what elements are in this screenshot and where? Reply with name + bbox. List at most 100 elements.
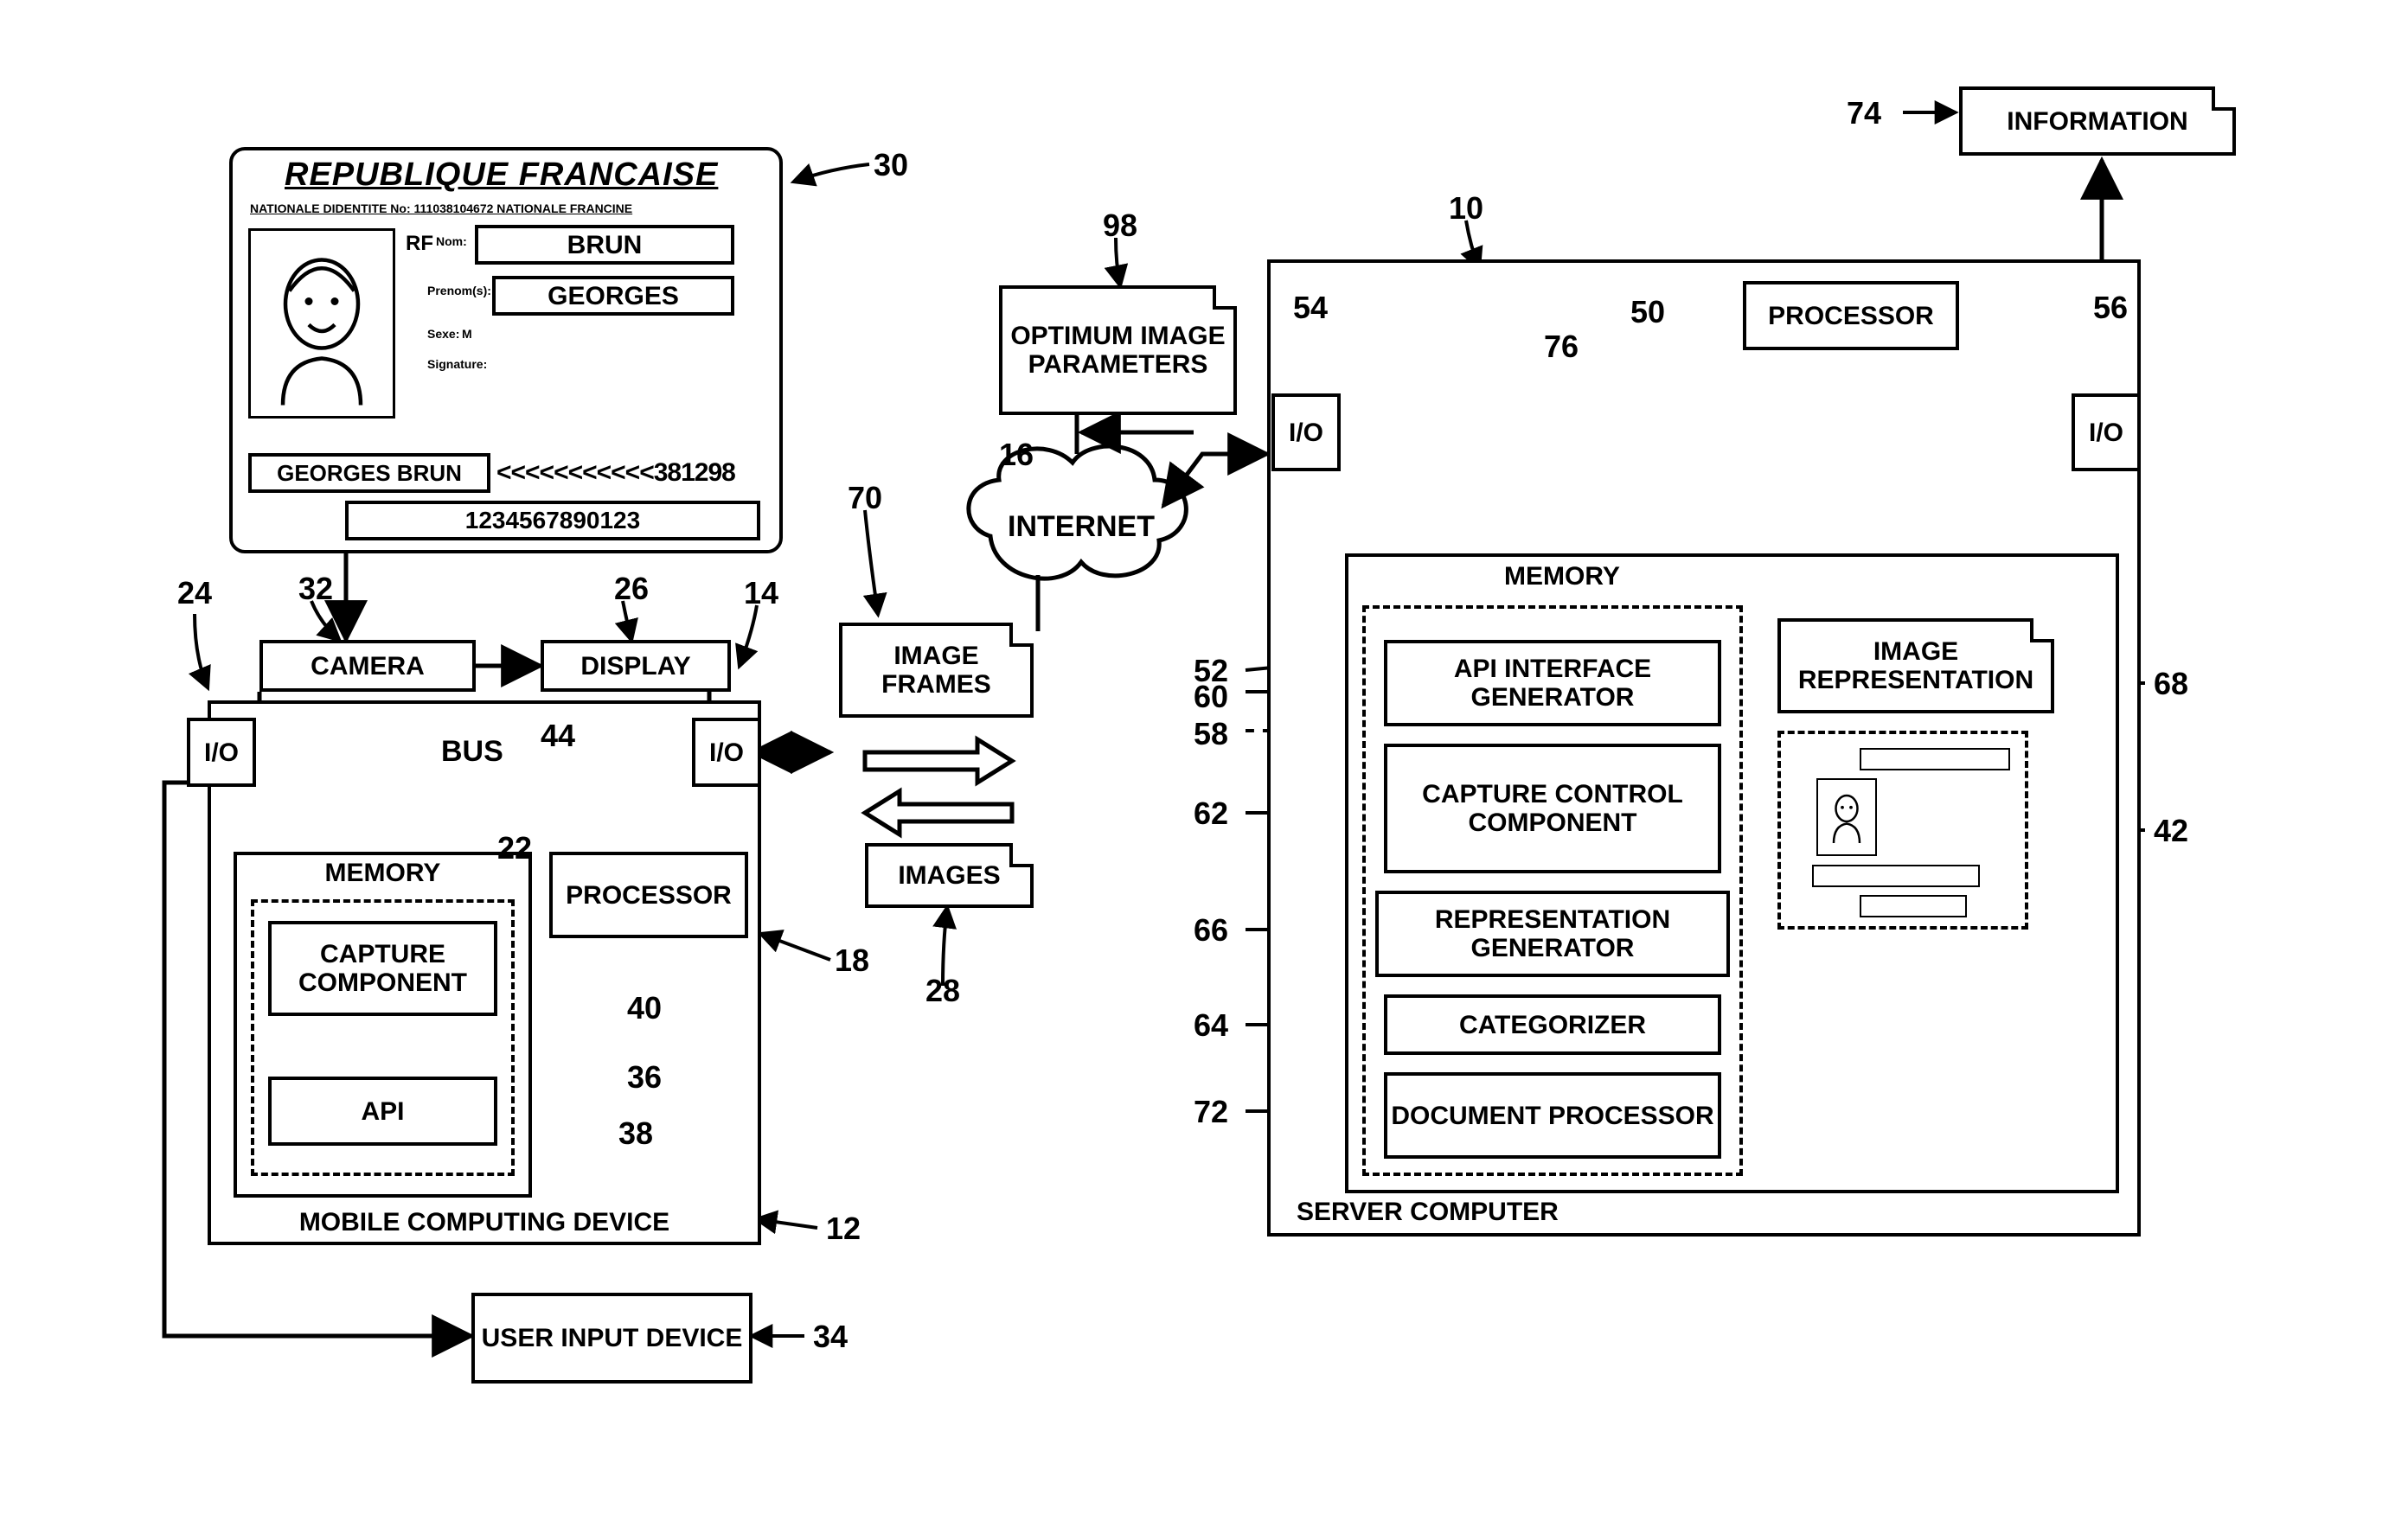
id-card: REPUBLIQUE FRANCAISE NATIONALE DIDENTITE… [229,147,783,553]
api-box: API [268,1077,497,1146]
ref-58: 58 [1194,716,1228,752]
user-input-label: USER INPUT DEVICE [482,1324,743,1352]
processor-mobile: PROCESSOR [549,852,748,938]
processor-server-label: PROCESSOR [1768,302,1934,330]
optimum-params: OPTIMUM IMAGE PARAMETERS [999,285,1237,415]
display-box: DISPLAY [541,640,731,692]
processor-mobile-label: PROCESSOR [566,881,732,910]
card-mrz1b: <<<<<<<<<<<381298 [496,458,735,487]
ref-30: 30 [874,147,908,183]
information-label: INFORMATION [2007,107,2187,136]
camera-box: CAMERA [259,640,476,692]
api-interface-generator: API INTERFACE GENERATOR [1384,640,1721,726]
ref-42: 42 [2154,813,2188,849]
doc-proc-label: DOCUMENT PROCESSOR [1391,1102,1713,1130]
ref-62: 62 [1194,796,1228,832]
api-label: API [361,1097,404,1126]
card-mrz-name: GEORGES BRUN [248,453,490,493]
ref-76: 76 [1544,329,1579,365]
thumb-bar-3 [1860,895,1967,917]
memory-server-label: MEMORY [1504,562,1620,591]
display-label: DISPLAY [580,652,690,681]
ref-64: 64 [1194,1007,1228,1044]
card-country: REPUBLIQUE FRANCAISE [285,157,718,194]
io-left-server: I/O [1271,393,1341,471]
memory-mobile-label: MEMORY [325,859,441,887]
capture-component: CAPTURE COMPONENT [268,921,497,1016]
categorizer: CATEGORIZER [1384,994,1721,1055]
capture-control-component: CAPTURE CONTROL COMPONENT [1384,744,1721,873]
card-prenom-label: Prenom(s): [427,284,491,297]
ref-74: 74 [1847,95,1881,131]
card-sig-label: Signature: [427,358,487,371]
card-sexe: M [462,328,472,341]
card-mrz2: 1234567890123 [465,508,640,534]
image-representation: IMAGE REPRESENTATION [1777,618,2054,713]
images-label: IMAGES [898,861,1000,890]
card-rf: RF [406,233,433,255]
bus-label: BUS [441,735,503,769]
ref-34: 34 [813,1319,848,1355]
document-processor: DOCUMENT PROCESSOR [1384,1072,1721,1159]
ref-40: 40 [627,990,662,1026]
internet-label: INTERNET [1008,510,1155,544]
ref-22: 22 [497,830,532,866]
ref-72: 72 [1194,1094,1228,1130]
ref-98: 98 [1103,208,1137,244]
io-left-mobile-label: I/O [204,738,239,767]
io-right-server-label: I/O [2089,419,2123,447]
optimum-label: OPTIMUM IMAGE PARAMETERS [1002,322,1233,379]
capture-ctrl-label: CAPTURE CONTROL COMPONENT [1387,780,1718,837]
img-rep-label: IMAGE REPRESENTATION [1781,637,2051,694]
io-right-mobile: I/O [692,718,761,787]
thumb-bar-2 [1812,865,1980,887]
card-prenom: GEORGES [548,282,679,310]
ref-70: 70 [848,480,882,516]
ref-68: 68 [2154,666,2188,702]
ref-12: 12 [826,1211,861,1247]
capture-component-label: CAPTURE COMPONENT [272,940,494,997]
card-nom-label: Nom: [436,235,467,248]
io-left-server-label: I/O [1289,419,1323,447]
representation-generator: REPRESENTATION GENERATOR [1375,891,1730,977]
card-prenom-field: GEORGES [492,276,734,316]
ref-50: 50 [1630,294,1665,330]
user-input-device: USER INPUT DEVICE [471,1293,752,1384]
camera-label: CAMERA [311,652,425,681]
ref-32: 32 [298,571,333,607]
rep-gen-label: REPRESENTATION GENERATOR [1379,905,1726,962]
ref-28: 28 [925,973,960,1009]
thumb-face [1816,778,1877,856]
thumb-bar-1 [1860,748,2010,770]
io-right-mobile-label: I/O [709,738,744,767]
ref-36: 36 [627,1059,662,1096]
card-nom: BRUN [567,231,643,259]
ref-38: 38 [618,1115,653,1152]
processor-server: PROCESSOR [1743,281,1959,350]
ref-60: 60 [1194,679,1228,715]
ref-56: 56 [2093,290,2128,326]
ref-24: 24 [177,575,212,611]
io-right-server: I/O [2072,393,2141,471]
api-gen-label: API INTERFACE GENERATOR [1387,655,1718,712]
image-frames-label: IMAGE FRAMES [842,642,1030,699]
card-mrz-num: 1234567890123 [345,501,760,540]
information-box: INFORMATION [1959,86,2236,156]
card-photo [248,228,395,419]
categorizer-label: CATEGORIZER [1459,1011,1646,1039]
face-icon [257,237,387,410]
diagram-canvas: RF RF RF RF RF RF RF RF RF F RF RF RF RF… [0,0,2408,1521]
ref-66: 66 [1194,912,1228,949]
card-mrz1: GEORGES BRUN [277,461,462,486]
card-nom-field: BRUN [475,225,734,265]
images-box: IMAGES [865,843,1034,908]
server-title: SERVER COMPUTER [1297,1198,1559,1226]
ref-10: 10 [1449,190,1483,227]
card-idline: NATIONALE DIDENTITE No: 111038104672 NAT… [250,202,762,215]
card-sexe-label: Sexe: [427,328,459,341]
ref-16: 16 [999,437,1034,473]
io-left-mobile: I/O [187,718,256,787]
face-small-icon [1825,787,1868,847]
image-frames: IMAGE FRAMES [839,623,1034,718]
mobile-title: MOBILE COMPUTING DEVICE [299,1208,669,1237]
